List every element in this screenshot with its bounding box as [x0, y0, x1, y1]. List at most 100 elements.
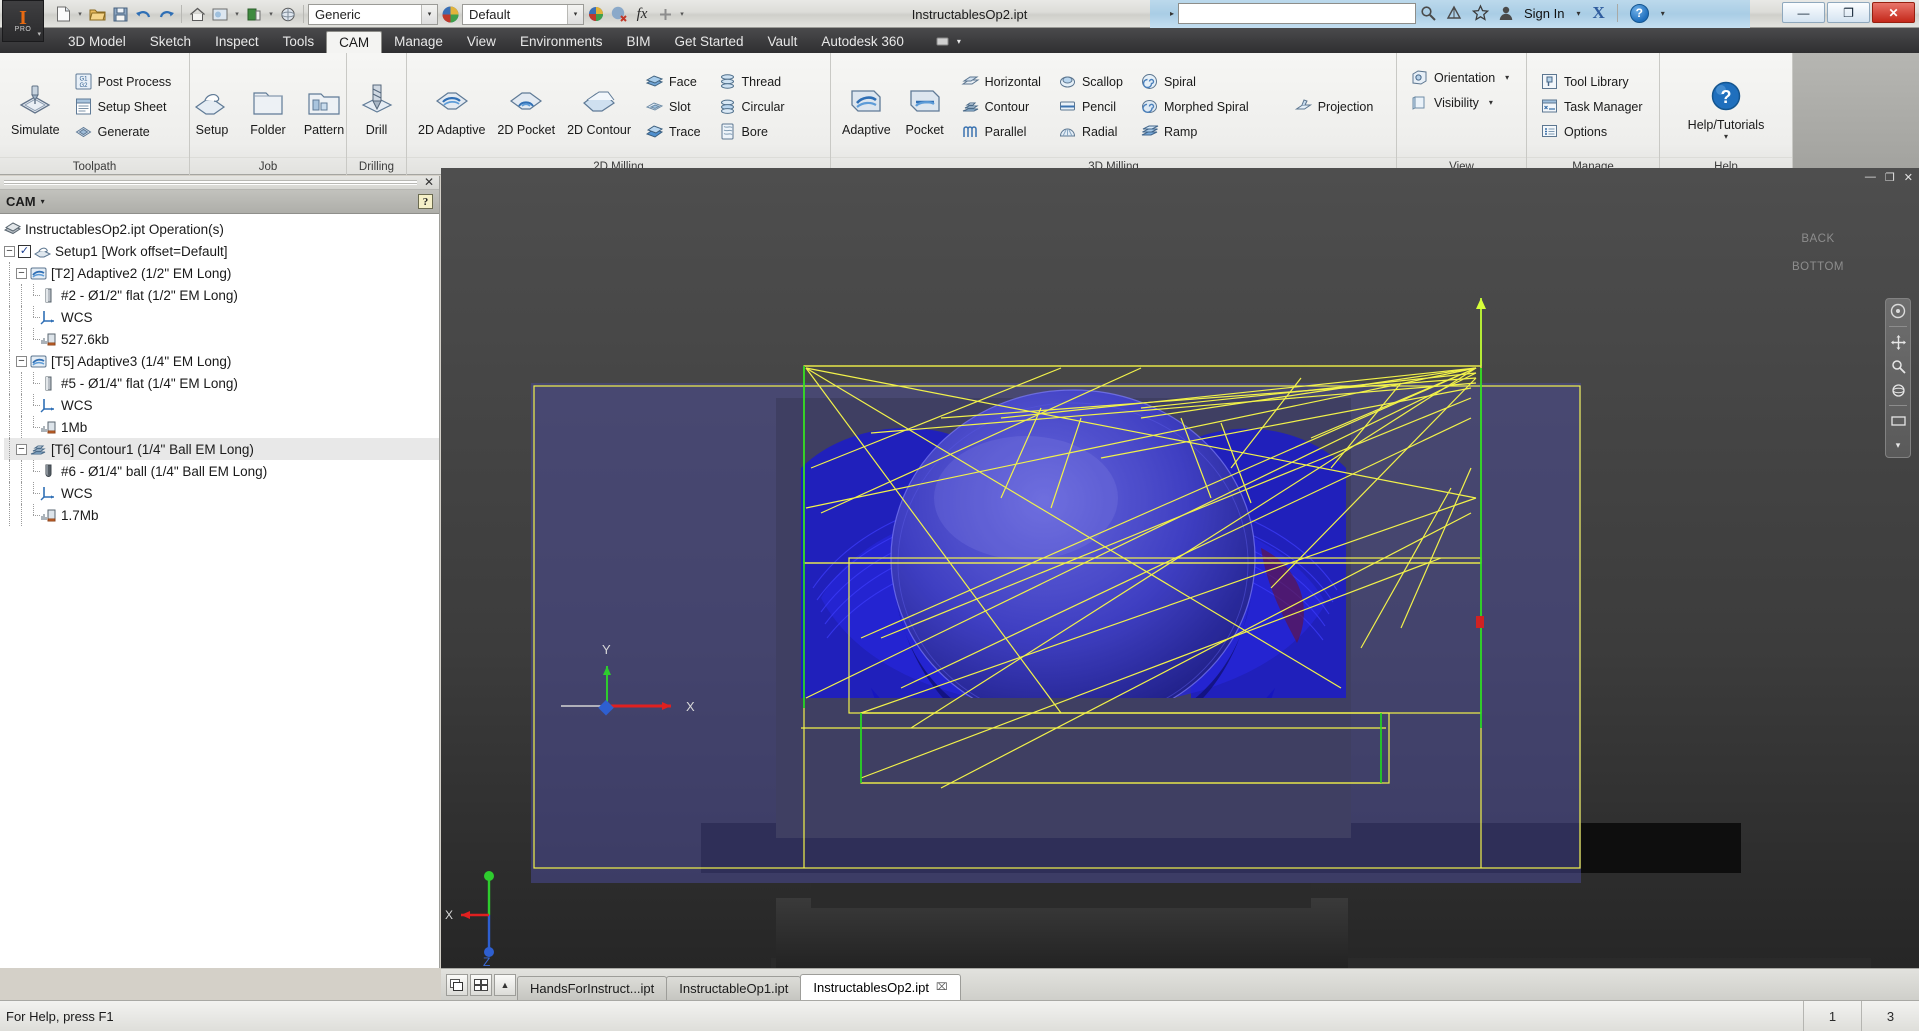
search-area[interactable]: ▸	[1170, 3, 1417, 24]
ribbon-tab-get-started[interactable]: Get Started	[663, 31, 756, 53]
color-wheel-icon[interactable]	[439, 3, 461, 26]
ribbon-tab-view[interactable]: View	[455, 31, 508, 53]
pocket-button[interactable]: Pocket	[897, 77, 953, 137]
restore-button[interactable]: ❐	[1827, 2, 1870, 23]
sign-in-link[interactable]: Sign In	[1524, 6, 1564, 21]
face-button[interactable]: Face	[641, 69, 706, 94]
sign-in-caret-icon[interactable]: ▾	[1576, 9, 1580, 18]
pattern-button[interactable]: Pattern	[296, 77, 352, 137]
help-icon[interactable]: ?	[1629, 3, 1649, 23]
slot-button[interactable]: Slot	[641, 94, 706, 119]
trace-button[interactable]: Trace	[641, 119, 706, 144]
document-tab-bar[interactable]: ▲ HandsForInstruct...ipt InstructableOp1…	[441, 968, 1919, 1000]
appearance-combo[interactable]: Default ▾	[462, 3, 584, 25]
document-tab-hands-for-instruct[interactable]: HandsForInstruct...ipt	[517, 976, 668, 1000]
tree-contour1-expander-icon[interactable]: −	[16, 443, 27, 455]
options-button[interactable]: Options	[1536, 119, 1648, 144]
tree-tool-6[interactable]: #6 - Ø1/4" ball (1/4" Ball EM Long)	[4, 460, 439, 482]
ribbon-tab-environments[interactable]: Environments	[508, 31, 615, 53]
radial-button[interactable]: Radial	[1054, 119, 1128, 144]
bore-button[interactable]: Bore	[714, 119, 790, 144]
setup-sheet-button[interactable]: Setup Sheet	[70, 94, 177, 119]
browser-close-icon[interactable]: ✕	[424, 175, 434, 189]
ribbon-tab-vault[interactable]: Vault	[756, 31, 810, 53]
cam-toolpath-scene[interactable]: X Y X Z	[441, 168, 1919, 968]
search-input[interactable]	[1178, 3, 1417, 24]
morphed-spiral-button[interactable]: Morphed Spiral	[1136, 94, 1254, 119]
save-icon[interactable]	[109, 3, 131, 26]
adaptive-button[interactable]: Adaptive	[836, 77, 897, 137]
ramp-button[interactable]: Ramp	[1136, 119, 1254, 144]
zoom-icon[interactable]	[1889, 357, 1907, 375]
graphics-viewport[interactable]: — ❐ ✕ BACK BOTTOM ▾ X Y X Z	[441, 168, 1919, 968]
user-account-icon[interactable]	[1496, 3, 1516, 23]
appearance-icon[interactable]	[209, 3, 231, 26]
navigation-bar[interactable]: ▾	[1885, 298, 1911, 458]
redo-icon[interactable]	[155, 3, 177, 26]
document-tab-close-icon[interactable]: ⌧	[936, 982, 948, 993]
material-caret-icon[interactable]: ▾	[266, 3, 276, 26]
titlebar-icon-group[interactable]: Sign In ▾ X ? ▾	[1418, 3, 1671, 23]
favorites-star-icon[interactable]	[1470, 3, 1490, 23]
browser-help-icon[interactable]: ?	[418, 194, 433, 209]
autodesk-exchange-icon[interactable]: X	[1593, 3, 1605, 23]
document-tab-instructables-op2[interactable]: InstructablesOp2.ipt ⌧	[800, 974, 961, 1000]
ribbon-tab-sketch[interactable]: Sketch	[138, 31, 203, 53]
tile-windows-button[interactable]	[470, 974, 492, 996]
tree-setup1[interactable]: − ✓ Setup1 [Work offset=Default]	[4, 240, 439, 262]
ribbon-tab-inspect[interactable]: Inspect	[203, 31, 271, 53]
tree-size-2[interactable]: 1Mb	[4, 416, 439, 438]
ribbon-tab-bar[interactable]: 3D Model Sketch Inspect Tools CAM Manage…	[0, 28, 1919, 53]
material-icon[interactable]	[243, 3, 265, 26]
app-logo[interactable]: I PRO ▾	[2, 0, 44, 42]
ribbon-tab-tools[interactable]: Tools	[271, 31, 327, 53]
clear-paint-icon[interactable]	[608, 3, 630, 26]
ribbon-collapse-button[interactable]: ▾	[924, 31, 973, 53]
spiral-button[interactable]: Spiral	[1136, 69, 1254, 94]
horizontal-button[interactable]: Horizontal	[957, 69, 1046, 94]
tree-wcs-2[interactable]: WCS	[4, 394, 439, 416]
tree-setup1-checkbox[interactable]: ✓	[18, 244, 31, 258]
orbit-icon[interactable]	[1889, 381, 1907, 399]
help-tutorials-button[interactable]: ? Help/Tutorials ▾	[1682, 72, 1771, 141]
look-icon[interactable]	[1889, 412, 1907, 430]
search-tool-icon[interactable]	[1418, 3, 1438, 23]
contour-button[interactable]: Contour	[957, 94, 1046, 119]
tree-contour1[interactable]: − [T6] Contour1 (1/4" Ball EM Long)	[4, 438, 439, 460]
orientation-button[interactable]: Orientation ▾	[1406, 65, 1514, 90]
nav-menu-icon[interactable]: ▾	[1889, 436, 1907, 454]
projection-button[interactable]: Projection	[1290, 94, 1379, 119]
add-command-plus-icon[interactable]	[654, 3, 676, 26]
tree-root[interactable]: InstructablesOp2.ipt Operation(s)	[3, 218, 439, 240]
generate-button[interactable]: Generate	[70, 119, 177, 144]
tree-tool-5[interactable]: #5 - Ø1/4" flat (1/4" EM Long)	[4, 372, 439, 394]
share-icon[interactable]	[1444, 3, 1464, 23]
cascade-windows-button[interactable]	[446, 974, 468, 996]
ribbon-tab-bim[interactable]: BIM	[614, 31, 662, 53]
browser-grip[interactable]: ✕	[0, 175, 439, 190]
quick-access-toolbar[interactable]: ▾ ▾ ▾ Generic ▾ Default ▾ fx ▾	[52, 2, 687, 26]
paint-icon[interactable]	[585, 3, 607, 26]
open-file-icon[interactable]	[86, 3, 108, 26]
ribbon-tab-autodesk-360[interactable]: Autodesk 360	[809, 31, 916, 53]
browser-title-caret-icon[interactable]: ▾	[41, 197, 45, 206]
minimize-button[interactable]: —	[1782, 2, 1825, 23]
ribbon-tab-3d-model[interactable]: 3D Model	[56, 31, 138, 53]
simulate-button[interactable]: Simulate	[5, 77, 66, 137]
pencil-button[interactable]: Pencil	[1054, 94, 1128, 119]
app-logo-caret-icon[interactable]: ▾	[37, 30, 41, 38]
contour-2d-button[interactable]: 2D Contour	[561, 77, 637, 137]
tree-size-3[interactable]: 1.7Mb	[4, 504, 439, 526]
cam-browser-tree[interactable]: InstructablesOp2.ipt Operation(s) − ✓ Se…	[0, 214, 439, 526]
thread-button[interactable]: Thread	[714, 69, 790, 94]
tree-adaptive2-expander-icon[interactable]: −	[16, 267, 27, 279]
material-combo[interactable]: Generic ▾	[308, 3, 438, 25]
ribbon-tab-manage[interactable]: Manage	[382, 31, 455, 53]
tree-wcs-3[interactable]: WCS	[4, 482, 439, 504]
search-expand-caret-icon[interactable]: ▸	[1170, 9, 1174, 18]
viewport-window-controls[interactable]: — ❐ ✕	[1865, 171, 1913, 184]
parallel-button[interactable]: Parallel	[957, 119, 1046, 144]
tree-adaptive3[interactable]: − [T5] Adaptive3 (1/4" EM Long)	[4, 350, 439, 372]
circular-button[interactable]: Circular	[714, 94, 790, 119]
pocket-2d-button[interactable]: 2D Pocket	[491, 77, 561, 137]
